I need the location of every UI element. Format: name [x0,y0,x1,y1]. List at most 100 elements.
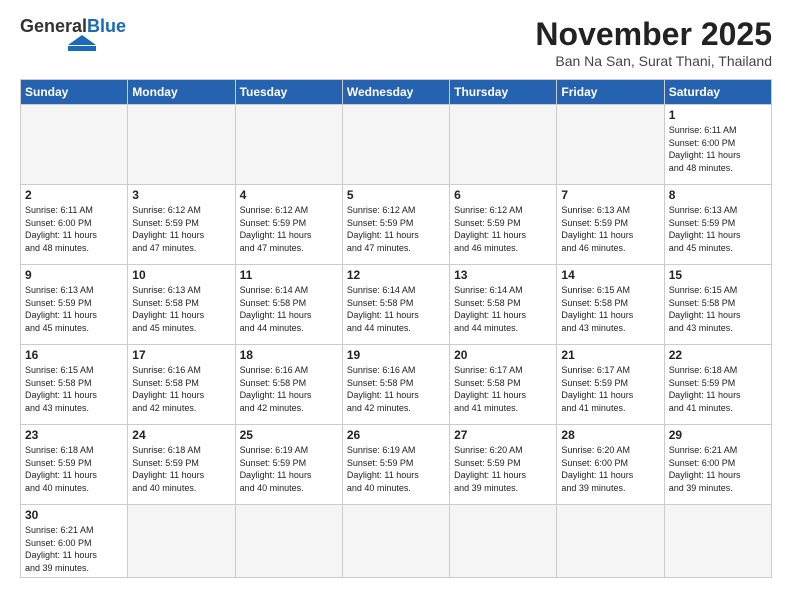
calendar-cell [557,505,664,578]
cell-info: Sunrise: 6:14 AM Sunset: 5:58 PM Dayligh… [240,284,338,334]
calendar-cell: 14Sunrise: 6:15 AM Sunset: 5:58 PM Dayli… [557,265,664,345]
calendar-cell: 10 Sunrise: 6:13 AM Sunset: 5:58 PM Dayli… [128,265,235,345]
cell-info: Sunrise: 6:15 AM Sunset: 5:58 PM Dayligh… [25,364,123,414]
calendar-cell: 27Sunrise: 6:20 AM Sunset: 5:59 PM Dayli… [450,425,557,505]
calendar-cell [664,505,771,578]
day-number: 12 [347,268,445,282]
day-number: 30 [25,508,123,522]
cell-info: Sunrise: 6:16 AM Sunset: 5:58 PM Dayligh… [347,364,445,414]
cell-info: Sunrise: 6:17 AM Sunset: 5:58 PM Dayligh… [454,364,552,414]
calendar-table: SundayMondayTuesdayWednesdayThursdayFrid… [20,79,772,578]
day-number: 9 [25,268,123,282]
cell-info: Sunrise: 6:14 AM Sunset: 5:58 PM Dayligh… [454,284,552,334]
calendar-cell: 11 Sunrise: 6:14 AM Sunset: 5:58 PM Dayli… [235,265,342,345]
calendar-cell: 23 Sunrise: 6:18 AM Sunset: 5:59 PM Dayli… [21,425,128,505]
day-number: 28 [561,428,659,442]
calendar-cell: 15Sunrise: 6:15 AM Sunset: 5:58 PM Dayli… [664,265,771,345]
header-saturday: Saturday [664,80,771,105]
day-number: 22 [669,348,767,362]
cell-info: Sunrise: 6:18 AM Sunset: 5:59 PM Dayligh… [25,444,123,494]
cell-info: Sunrise: 6:16 AM Sunset: 5:58 PM Dayligh… [132,364,230,414]
cell-info: Sunrise: 6:18 AM Sunset: 5:59 PM Dayligh… [132,444,230,494]
cell-info: Sunrise: 6:16 AM Sunset: 5:58 PM Dayligh… [240,364,338,414]
calendar-cell: 29Sunrise: 6:21 AM Sunset: 6:00 PM Dayli… [664,425,771,505]
week-row-2: 9 Sunrise: 6:13 AM Sunset: 5:59 PM Daylig… [21,265,772,345]
cell-info: Sunrise: 6:15 AM Sunset: 5:58 PM Dayligh… [669,284,767,334]
cell-info: Sunrise: 6:17 AM Sunset: 5:59 PM Dayligh… [561,364,659,414]
header-row: SundayMondayTuesdayWednesdayThursdayFrid… [21,80,772,105]
logo-general: General [20,16,87,37]
calendar-cell: 1 Sunrise: 6:11 AM Sunset: 6:00 PM Daylig… [664,105,771,185]
calendar-cell: 5Sunrise: 6:12 AM Sunset: 5:59 PM Daylig… [342,185,449,265]
day-number: 17 [132,348,230,362]
calendar-cell [450,505,557,578]
calendar-cell: 19 Sunrise: 6:16 AM Sunset: 5:58 PM Dayli… [342,345,449,425]
week-row-0: 1 Sunrise: 6:11 AM Sunset: 6:00 PM Daylig… [21,105,772,185]
calendar-cell: 4Sunrise: 6:12 AM Sunset: 5:59 PM Daylig… [235,185,342,265]
calendar-cell [235,105,342,185]
cell-info: Sunrise: 6:19 AM Sunset: 5:59 PM Dayligh… [347,444,445,494]
week-row-5: 30 Sunrise: 6:21 AM Sunset: 6:00 PM Dayli… [21,505,772,578]
calendar-cell: 25Sunrise: 6:19 AM Sunset: 5:59 PM Dayli… [235,425,342,505]
day-number: 13 [454,268,552,282]
day-number: 11 [240,268,338,282]
calendar-cell: 20Sunrise: 6:17 AM Sunset: 5:58 PM Dayli… [450,345,557,425]
calendar-cell: 3 Sunrise: 6:12 AM Sunset: 5:59 PM Daylig… [128,185,235,265]
header-sunday: Sunday [21,80,128,105]
page-title: November 2025 [535,16,772,53]
week-row-4: 23 Sunrise: 6:18 AM Sunset: 5:59 PM Dayli… [21,425,772,505]
calendar-cell: 26Sunrise: 6:19 AM Sunset: 5:59 PM Dayli… [342,425,449,505]
calendar-cell: 18 Sunrise: 6:16 AM Sunset: 5:58 PM Dayli… [235,345,342,425]
day-number: 1 [669,108,767,122]
calendar-cell [342,505,449,578]
day-number: 8 [669,188,767,202]
header: General Blue November 2025 Ban Na San, S… [20,16,772,69]
calendar-cell [128,505,235,578]
calendar-cell: 21 Sunrise: 6:17 AM Sunset: 5:59 PM Dayli… [557,345,664,425]
cell-info: Sunrise: 6:21 AM Sunset: 6:00 PM Dayligh… [25,524,123,574]
calendar-cell: 6Sunrise: 6:12 AM Sunset: 5:59 PM Daylig… [450,185,557,265]
day-number: 14 [561,268,659,282]
day-number: 2 [25,188,123,202]
calendar-cell: 12Sunrise: 6:14 AM Sunset: 5:58 PM Dayli… [342,265,449,345]
day-number: 21 [561,348,659,362]
day-number: 23 [25,428,123,442]
cell-info: Sunrise: 6:11 AM Sunset: 6:00 PM Dayligh… [669,124,767,174]
calendar-cell: 8 Sunrise: 6:13 AM Sunset: 5:59 PM Daylig… [664,185,771,265]
calendar-cell: 24 Sunrise: 6:18 AM Sunset: 5:59 PM Dayli… [128,425,235,505]
day-number: 24 [132,428,230,442]
cell-info: Sunrise: 6:13 AM Sunset: 5:58 PM Dayligh… [132,284,230,334]
calendar-cell: 9 Sunrise: 6:13 AM Sunset: 5:59 PM Daylig… [21,265,128,345]
cell-info: Sunrise: 6:12 AM Sunset: 5:59 PM Dayligh… [240,204,338,254]
cell-info: Sunrise: 6:18 AM Sunset: 5:59 PM Dayligh… [669,364,767,414]
week-row-1: 2Sunrise: 6:11 AM Sunset: 6:00 PM Daylig… [21,185,772,265]
calendar-cell [450,105,557,185]
calendar-cell [557,105,664,185]
calendar-cell: 22 Sunrise: 6:18 AM Sunset: 5:59 PM Dayli… [664,345,771,425]
day-number: 29 [669,428,767,442]
week-row-3: 16 Sunrise: 6:15 AM Sunset: 5:58 PM Dayli… [21,345,772,425]
calendar-cell: 7Sunrise: 6:13 AM Sunset: 5:59 PM Daylig… [557,185,664,265]
calendar-cell [128,105,235,185]
day-number: 18 [240,348,338,362]
calendar-cell [21,105,128,185]
calendar-cell: 16 Sunrise: 6:15 AM Sunset: 5:58 PM Dayli… [21,345,128,425]
day-number: 7 [561,188,659,202]
calendar-cell: 28Sunrise: 6:20 AM Sunset: 6:00 PM Dayli… [557,425,664,505]
page-subtitle: Ban Na San, Surat Thani, Thailand [535,53,772,69]
day-number: 3 [132,188,230,202]
day-number: 6 [454,188,552,202]
calendar-cell [342,105,449,185]
calendar-cell: 2Sunrise: 6:11 AM Sunset: 6:00 PM Daylig… [21,185,128,265]
logo: General Blue [20,16,126,51]
day-number: 10 [132,268,230,282]
title-section: November 2025 Ban Na San, Surat Thani, T… [535,16,772,69]
cell-info: Sunrise: 6:13 AM Sunset: 5:59 PM Dayligh… [25,284,123,334]
day-number: 16 [25,348,123,362]
header-wednesday: Wednesday [342,80,449,105]
logo-blue: Blue [87,16,126,37]
calendar-cell [235,505,342,578]
day-number: 19 [347,348,445,362]
cell-info: Sunrise: 6:12 AM Sunset: 5:59 PM Dayligh… [132,204,230,254]
cell-info: Sunrise: 6:13 AM Sunset: 5:59 PM Dayligh… [669,204,767,254]
